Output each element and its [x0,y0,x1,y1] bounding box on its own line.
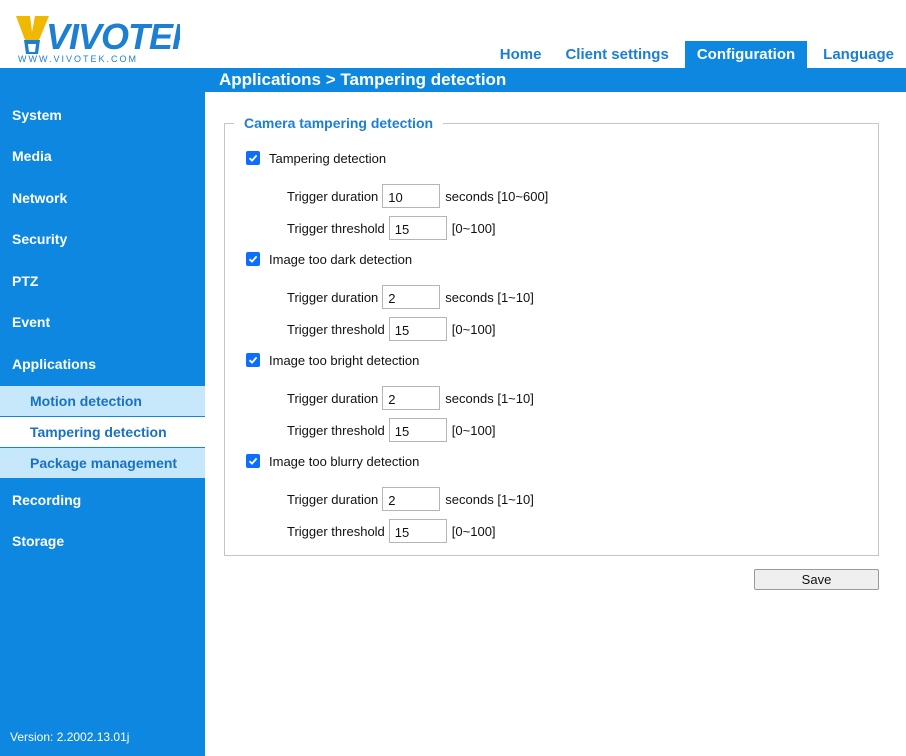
checkmark-icon [248,356,258,364]
nav-tab-language[interactable]: Language [811,41,906,68]
nav-tab-configuration[interactable]: Configuration [684,41,808,68]
logo-mark: VIVOTEK WWW.VIVOTEK.COM [16,16,202,64]
bright-duration-row: Trigger duration seconds [1~10] [287,385,534,411]
dark-detection-row: Image too dark detection [246,250,412,268]
dark-duration-row: Trigger duration seconds [1~10] [287,284,534,310]
sidebar-subitem-tampering-detection[interactable]: Tampering detection [0,417,205,447]
fieldset-legend: Camera tampering detection [234,114,444,132]
tampering-threshold-input[interactable] [388,216,447,240]
trigger-threshold-label: Trigger threshold [287,422,385,438]
checkmark-icon [248,154,258,162]
tampering-duration-row: Trigger duration seconds [10~600] [287,183,548,209]
blurry-duration-range: seconds [1~10] [445,491,534,507]
bright-threshold-input[interactable] [388,418,447,442]
page-title: Applications > Tampering detection [205,68,906,92]
dark-duration-range: seconds [1~10] [445,289,534,305]
bright-detection-checkbox[interactable] [246,353,260,367]
logo-wordmark: VIVOTEK [46,16,180,57]
blurry-detection-label: Image too blurry detection [269,453,420,469]
sidebar-item-media[interactable]: Media [0,141,205,171]
bright-threshold-row: Trigger threshold [0~100] [287,417,496,443]
sidebar-item-event[interactable]: Event [0,307,205,337]
tampering-duration-range: seconds [10~600] [445,188,549,204]
vivotek-logo[interactable]: VIVOTEK WWW.VIVOTEK.COM [10,8,202,64]
blurry-threshold-range: [0~100] [451,523,496,539]
logo-url: WWW.VIVOTEK.COM [18,54,138,64]
dark-threshold-range: [0~100] [451,321,496,337]
nav-tab-home[interactable]: Home [488,41,554,68]
sidebar-item-recording[interactable]: Recording [0,485,205,515]
dark-detection-label: Image too dark detection [269,251,413,267]
checkmark-icon [248,255,258,263]
sidebar-subitem-motion-detection[interactable]: Motion detection [0,386,205,416]
bright-threshold-range: [0~100] [451,422,496,438]
trigger-threshold-label: Trigger threshold [287,523,385,539]
blurry-duration-row: Trigger duration seconds [1~10] [287,486,534,512]
blurry-detection-row: Image too blurry detection [246,452,419,470]
bright-detection-label: Image too bright detection [269,352,420,368]
checkmark-icon [248,457,258,465]
sidebar-item-storage[interactable]: Storage [0,526,205,556]
trigger-threshold-label: Trigger threshold [287,321,385,337]
sidebar: System Media Network Security PTZ Event … [0,68,205,756]
dark-threshold-input[interactable] [388,317,447,341]
tampering-threshold-range: [0~100] [451,220,496,236]
dark-threshold-row: Trigger threshold [0~100] [287,316,496,342]
sidebar-item-applications[interactable]: Applications [0,349,205,379]
nav-tab-client-settings[interactable]: Client settings [553,41,680,68]
tampering-detection-checkbox[interactable] [246,151,260,165]
trigger-duration-label: Trigger duration [287,491,379,507]
trigger-duration-label: Trigger duration [287,188,379,204]
dark-duration-input[interactable] [382,285,441,309]
tampering-detection-row: Tampering detection [246,149,386,167]
trigger-threshold-label: Trigger threshold [287,220,385,236]
sidebar-item-security[interactable]: Security [0,224,205,254]
trigger-duration-label: Trigger duration [287,289,379,305]
top-nav: Home Client settings Configuration Langu… [488,41,906,68]
bright-duration-input[interactable] [382,386,441,410]
version-text: Version: 2.2002.13.01j [10,730,130,744]
bright-duration-range: seconds [1~10] [445,390,534,406]
dark-detection-checkbox[interactable] [246,252,260,266]
sidebar-subitem-package-management[interactable]: Package management [0,448,205,478]
sidebar-item-ptz[interactable]: PTZ [0,266,205,296]
header: VIVOTEK WWW.VIVOTEK.COM Home Client sett… [0,0,906,68]
blurry-threshold-row: Trigger threshold [0~100] [287,518,496,544]
tampering-threshold-row: Trigger threshold [0~100] [287,215,496,241]
bright-detection-row: Image too bright detection [246,351,419,369]
blurry-threshold-input[interactable] [388,519,447,543]
tampering-detection-label: Tampering detection [269,150,387,166]
save-button[interactable]: Save [754,569,879,590]
sidebar-item-system[interactable]: System [0,100,205,130]
sidebar-item-network[interactable]: Network [0,183,205,213]
blurry-detection-checkbox[interactable] [246,454,260,468]
blurry-duration-input[interactable] [382,487,441,511]
trigger-duration-label: Trigger duration [287,390,379,406]
tampering-duration-input[interactable] [382,184,441,208]
